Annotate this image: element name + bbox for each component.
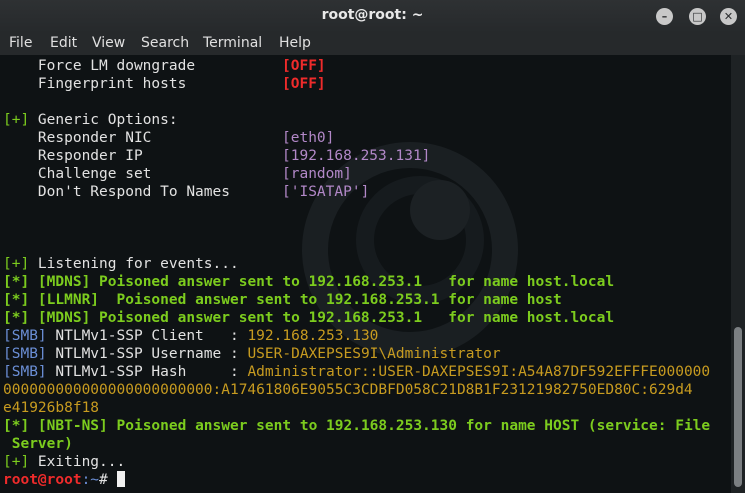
terminal-line: [*] [MDNS] Poisoned answer sent to 192.1… bbox=[3, 274, 615, 290]
menu-file[interactable]: File bbox=[9, 35, 32, 51]
menu-view[interactable]: View bbox=[92, 35, 125, 51]
close-button[interactable]: ✕ bbox=[720, 8, 737, 25]
terminal-window: root@root: ~ – □ ✕ File Edit View Search… bbox=[0, 0, 745, 493]
terminal-line: [*] [MDNS] Poisoned answer sent to 192.1… bbox=[3, 310, 615, 326]
prompt-user: root@root bbox=[3, 472, 82, 488]
menu-search[interactable]: Search bbox=[141, 35, 189, 51]
menu-edit[interactable]: Edit bbox=[50, 35, 77, 51]
terminal-line: Force LM downgrade [OFF] bbox=[3, 58, 326, 74]
terminal-line: Fingerprint hosts [OFF] bbox=[3, 76, 326, 92]
minimize-button[interactable]: – bbox=[656, 8, 673, 25]
terminal-line: [SMB] NTLMv1-SSP Username : USER-DAXEPSE… bbox=[3, 346, 501, 362]
terminal-line: Responder IP [192.168.253.131] bbox=[3, 148, 431, 164]
terminal-line: [+] Exiting... bbox=[3, 454, 126, 470]
maximize-button[interactable]: □ bbox=[689, 8, 706, 25]
text-cursor bbox=[116, 471, 125, 487]
terminal-line: [SMB] NTLMv1-SSP Client : 192.168.253.13… bbox=[3, 328, 379, 344]
scrollbar-thumb[interactable] bbox=[734, 327, 742, 487]
terminal-line: Responder NIC [eth0] bbox=[3, 130, 335, 146]
prompt-symbol: # bbox=[99, 472, 117, 488]
terminal-line: 000000000000000000000000:A17461806E9055C… bbox=[3, 382, 693, 398]
title-bar[interactable]: root@root: ~ – □ ✕ bbox=[0, 0, 745, 33]
menu-bar: File Edit View Search Terminal Help bbox=[0, 33, 745, 55]
menu-terminal[interactable]: Terminal bbox=[203, 35, 262, 51]
terminal-line: [SMB] NTLMv1-SSP Hash : Administrator::U… bbox=[3, 364, 711, 380]
scrollbar[interactable] bbox=[731, 55, 745, 493]
shell-prompt[interactable]: root@root:~# bbox=[3, 471, 125, 489]
terminal-line: [*] [LLMNR] Poisoned answer sent to 192.… bbox=[3, 292, 562, 308]
terminal-line: [+] Generic Options: bbox=[3, 112, 178, 128]
terminal-line: Server) bbox=[3, 436, 73, 452]
window-title: root@root: ~ bbox=[321, 7, 424, 23]
prompt-path: :~ bbox=[81, 472, 100, 488]
terminal-output[interactable]: Force LM downgrade [OFF] Fingerprint host… bbox=[0, 55, 731, 493]
terminal-line: [*] [NBT-NS] Poisoned answer sent to 192… bbox=[3, 418, 711, 434]
menu-help[interactable]: Help bbox=[279, 35, 311, 51]
terminal-line: Don't Respond To Names ['ISATAP'] bbox=[3, 184, 370, 200]
terminal-line: e41926b8f18 bbox=[3, 400, 100, 416]
terminal-line: Challenge set [random] bbox=[3, 166, 352, 182]
terminal-line: [+] Listening for events... bbox=[3, 256, 239, 272]
